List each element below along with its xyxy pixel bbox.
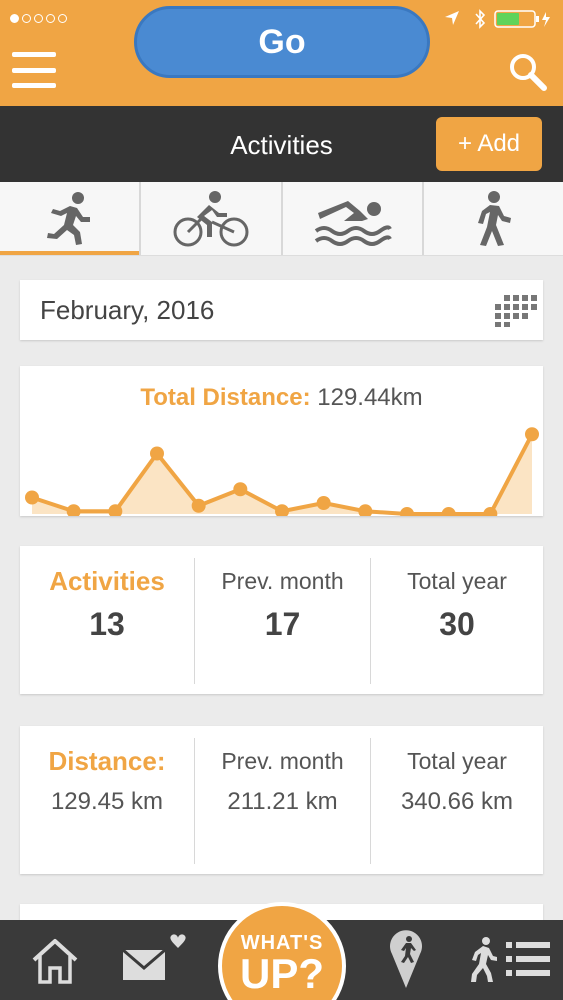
battery-icon [494, 10, 550, 28]
whats-up-line2: UP? [240, 950, 324, 997]
distance-prev-label: Prev. month [221, 748, 344, 774]
distance-chart: Total Distance: 129.44km [20, 366, 543, 516]
activities-year-value: 30 [439, 606, 475, 642]
distance-year-value: 340.66 km [400, 788, 514, 815]
location-arrow-icon [445, 11, 459, 25]
distance-prev-value: 211.21 km [227, 788, 338, 815]
calendar-grid-icon[interactable] [492, 295, 540, 327]
activities-prev-value: 17 [264, 606, 301, 642]
tab-cycling[interactable] [141, 182, 283, 255]
activities-prev-label: Prev. month [221, 568, 344, 594]
activity-list-icon[interactable] [466, 936, 554, 984]
chart-point [441, 507, 456, 516]
distance-stats-card: Distance: 129.45 km Prev. month 211.21 k… [20, 726, 543, 874]
tab-running[interactable] [0, 182, 142, 255]
running-icon [46, 191, 90, 245]
chart-point [25, 490, 39, 505]
chart-point [316, 496, 331, 510]
chart-point [191, 498, 206, 513]
distance-year-label: Total year [407, 748, 507, 774]
chart-point [400, 507, 414, 516]
activities-stats-card: Activities 13 Prev. month 17 Total year … [20, 546, 543, 694]
activities-year-label: Total year [407, 568, 507, 594]
chart-area [32, 434, 532, 514]
chart-point [66, 504, 81, 516]
chart-point [275, 504, 289, 516]
menu-icon[interactable] [12, 52, 56, 88]
add-button[interactable]: + Add [436, 117, 542, 171]
messages-icon[interactable] [120, 934, 190, 984]
distance-value: 129.45 km [50, 788, 164, 815]
chart-point [358, 504, 373, 516]
tab-swimming[interactable] [283, 182, 424, 255]
activities-value: 13 [89, 606, 125, 642]
bluetooth-icon [475, 9, 486, 29]
search-icon[interactable] [508, 52, 548, 92]
go-button[interactable]: Go [134, 6, 430, 78]
distance-label: Distance: [48, 746, 166, 776]
cycling-icon [173, 190, 249, 246]
chart-line [31, 433, 534, 516]
chart-point [150, 446, 164, 461]
month-selector[interactable]: February, 2016 [20, 280, 543, 340]
chart-point [525, 427, 539, 442]
month-label: February, 2016 [40, 295, 215, 325]
activities-label: Activities [49, 566, 165, 596]
chart-plot [25, 427, 539, 516]
walking-icon [478, 190, 512, 246]
tab-walking[interactable] [424, 182, 563, 255]
home-icon[interactable] [30, 938, 80, 984]
sport-tabs [0, 182, 563, 256]
map-pin-runner-icon[interactable] [388, 928, 424, 990]
chart-point [233, 482, 248, 497]
swimming-icon [314, 200, 392, 246]
